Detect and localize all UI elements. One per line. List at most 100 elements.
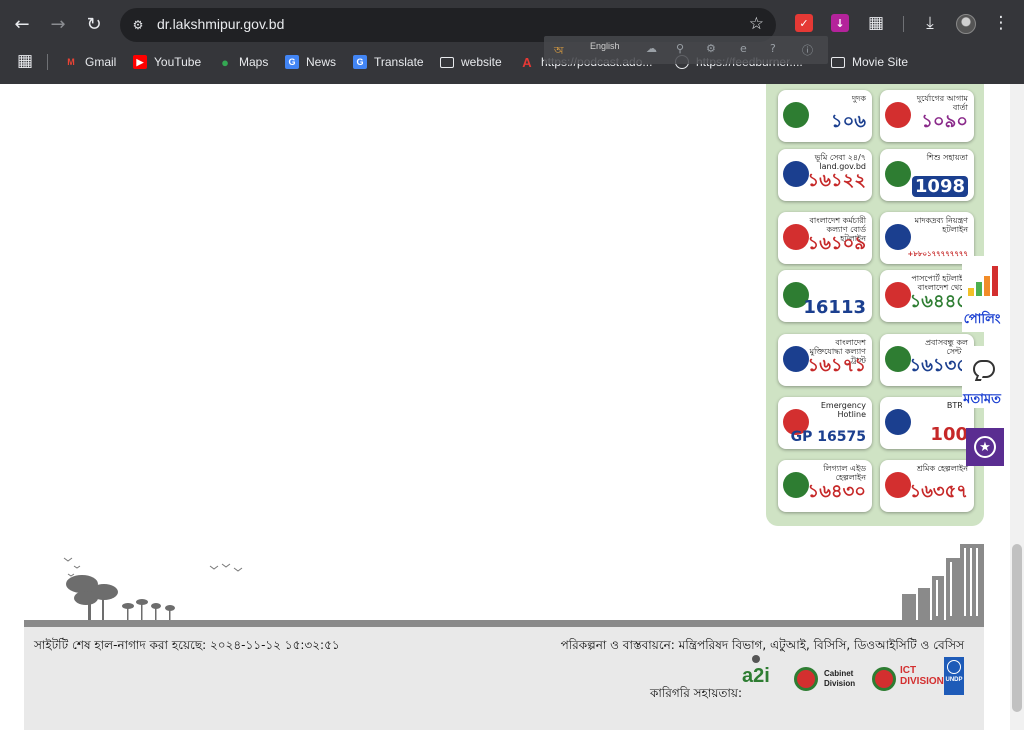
hotline-card[interactable]: বাংলাদেশ মুক্তিযোদ্ধা কল্যাণ ট্রাস্ট ১৬১৭… xyxy=(778,334,872,386)
folder-icon xyxy=(831,56,845,68)
accessibility-button[interactable]: ★ xyxy=(966,428,1004,466)
hotline-card[interactable]: শিশু সহায়তা 1098 xyxy=(880,149,974,201)
bookmark-label: YouTube xyxy=(154,55,202,69)
site-footer: সাইটটি শেষ হাল-নাগাদ করা হয়েছে: ২০২৪-১১… xyxy=(24,627,984,730)
hotline-number: 1098 xyxy=(911,176,968,197)
hotline-card[interactable]: Emergency Hotline GP 16575 xyxy=(778,397,872,449)
profile-avatar[interactable] xyxy=(956,14,976,34)
back-icon[interactable]: ← xyxy=(8,10,36,38)
hotline-emblem-icon xyxy=(783,346,809,372)
hotline-number: ১৬১২২ xyxy=(807,170,866,191)
opinion-widget[interactable]: মতামত xyxy=(962,346,1002,408)
bookmark-website[interactable]: website xyxy=(440,53,502,71)
ict-division-logo[interactable]: ICT DIVISION xyxy=(872,665,944,695)
bookmark-label: Movie Site xyxy=(852,55,909,69)
bookmark-maps[interactable]: ● Maps xyxy=(218,53,268,71)
hotline-card[interactable]: মাদকদ্রব্য নিয়ন্ত্রণ হটলাইন +৮৮০১৭৭৭৭৭৭৭… xyxy=(880,212,974,264)
bookmark-label: website xyxy=(461,55,502,69)
last-updated-text: সাইটটি শেষ হাল-নাগাদ করা হয়েছে: ২০২৪-১১… xyxy=(34,638,340,652)
bookmark-youtube[interactable]: ▶ YouTube xyxy=(133,53,201,71)
maps-icon: ● xyxy=(221,54,229,70)
hotline-caption: শিশু সহায়তা xyxy=(926,153,968,162)
pocket-extension-icon[interactable]: ✓ xyxy=(795,14,813,32)
help-icon[interactable]: ? xyxy=(770,42,776,55)
government-seal-icon xyxy=(872,667,896,691)
hotline-card[interactable]: BTRC 100 xyxy=(880,397,974,449)
hotline-card[interactable]: বাংলাদেশ কর্মচারী কল্যাণ বোর্ড হটলাইন ১৬১… xyxy=(778,212,872,264)
toolbar-divider xyxy=(903,16,904,32)
bookmark-translate[interactable]: G Translate xyxy=(353,53,424,71)
hotline-emblem-icon xyxy=(885,472,911,498)
bookmarks-bar: ▦ M Gmail ▶ YouTube ● Maps G News G Tran… xyxy=(0,48,1024,76)
hotline-emblem-icon xyxy=(885,102,911,128)
hotline-caption: দুদক xyxy=(851,94,866,103)
tech-support-label: কারিগরি সহায়তায়: xyxy=(650,686,742,700)
poll-widget[interactable]: পোলিং xyxy=(962,256,1002,332)
extensions-puzzle-icon[interactable]: ▦ xyxy=(865,12,887,34)
bookmark-star-icon[interactable]: ☆ xyxy=(749,14,764,34)
footer-landscape-illustration xyxy=(63,544,984,620)
hotline-card[interactable]: দুর্যোগের আগাম বার্তা ১০৯০ xyxy=(880,90,974,142)
youtube-icon: ▶ xyxy=(133,55,147,69)
bookmark-gmail[interactable]: M Gmail xyxy=(64,53,116,71)
forward-icon[interactable]: → xyxy=(44,10,72,38)
menu-kebab-icon[interactable]: ⋮ xyxy=(990,12,1012,34)
url-text[interactable]: dr.lakshmipur.gov.bd xyxy=(157,16,284,32)
hotline-card[interactable]: দুদক ১০৬ xyxy=(778,90,872,142)
hotline-number: +৮৮০১৭৭৭৭৭৭৭৭ xyxy=(907,250,968,258)
hotline-emblem-icon xyxy=(783,161,809,187)
apps-grid-icon[interactable]: ▦ xyxy=(14,50,36,72)
hotline-card[interactable]: শ্রমিক হেল্পলাইন ১৬৩৫৭ xyxy=(880,460,974,512)
hotline-number: GP 16575 xyxy=(790,429,866,445)
hotline-number: ১৬৪৪৫ xyxy=(909,291,968,312)
un-emblem-icon xyxy=(947,660,961,674)
hotline-number: 100 xyxy=(930,424,968,445)
news-icon: G xyxy=(285,55,299,69)
bookmarks-divider xyxy=(47,54,48,70)
hotline-card[interactable]: লিগ্যাল এইড হেল্পলাইন ১৬৪৩০ xyxy=(778,460,872,512)
undp-text: UNDP xyxy=(945,677,963,683)
hotline-number: ১৬১৭১ xyxy=(807,355,866,376)
pin-icon[interactable]: ⚲ xyxy=(676,42,684,55)
undp-logo[interactable]: UNDP xyxy=(944,657,964,695)
poll-label[interactable]: পোলিং xyxy=(962,310,1002,331)
hotline-card[interactable]: পাসপোর্ট হটলাইন বাংলাদেশ থেকে ১৬৪৪৫ xyxy=(880,270,974,322)
page-scrollbar[interactable] xyxy=(1010,84,1024,730)
chat-bubble-tail xyxy=(974,375,984,381)
credits-text: পরিকল্পনা ও বাস্তবায়নে: মন্ত্রিপরিষদ বি… xyxy=(560,638,964,652)
hotline-card[interactable]: 16113 xyxy=(778,270,872,322)
adobe-icon: A xyxy=(522,54,532,70)
scrollbar-thumb[interactable] xyxy=(1012,544,1022,712)
government-seal-icon xyxy=(794,667,818,691)
hotline-card[interactable]: প্রবাসবন্ধু কল সেন্টার ১৬১৩৫ xyxy=(880,334,974,386)
bookmark-label: Maps xyxy=(239,55,269,69)
hotline-number: ১৬১০৯ xyxy=(807,233,866,254)
browser-toolbar: ← → ↻ ⚙ dr.lakshmipur.gov.bd ☆ ✓ ↓ ▦ ⤓ ⋮ xyxy=(0,0,1024,48)
bookmark-movie-site[interactable]: Movie Site xyxy=(831,53,908,71)
hotline-emblem-icon xyxy=(783,102,809,128)
translate-icon: G xyxy=(353,55,367,69)
downloads-icon[interactable]: ⤓ xyxy=(919,12,941,34)
opinion-label[interactable]: মতামত xyxy=(962,390,1002,411)
cabinet-division-logo[interactable]: Cabinet Division xyxy=(794,667,866,695)
hotline-emblem-icon xyxy=(885,282,911,308)
hotline-number: ১০৬ xyxy=(830,111,866,132)
hotline-emblem-icon xyxy=(783,224,809,250)
hotline-caption: মাদকদ্রব্য নিয়ন্ত্রণ হটলাইন xyxy=(914,216,968,234)
bookmark-news[interactable]: G News xyxy=(285,53,336,71)
hotline-card[interactable]: ভূমি সেবা ২৪/৭ land.gov.bd ১৬১২২ xyxy=(778,149,872,201)
reload-icon[interactable]: ↻ xyxy=(80,10,108,38)
download-extension-icon[interactable]: ↓ xyxy=(831,14,849,32)
settings-icon[interactable]: ⚙ xyxy=(706,42,716,55)
hotline-number: ১৬৪৩০ xyxy=(807,481,866,502)
cloud-icon[interactable]: ☁ xyxy=(646,42,657,55)
ict-division-text: ICT DIVISION xyxy=(900,665,944,687)
ie-icon[interactable]: e xyxy=(740,42,747,55)
bookmark-label: Gmail xyxy=(85,55,117,69)
hotline-caption: শ্রমিক হেল্পলাইন xyxy=(916,464,968,473)
a2i-logo[interactable]: a2i xyxy=(742,655,784,693)
info-icon[interactable]: ⓘ xyxy=(802,42,813,58)
translate-language[interactable]: English xyxy=(590,41,620,51)
bangla-script-icon[interactable]: অ xyxy=(554,42,564,61)
site-info-icon[interactable]: ⚙ xyxy=(128,15,148,35)
